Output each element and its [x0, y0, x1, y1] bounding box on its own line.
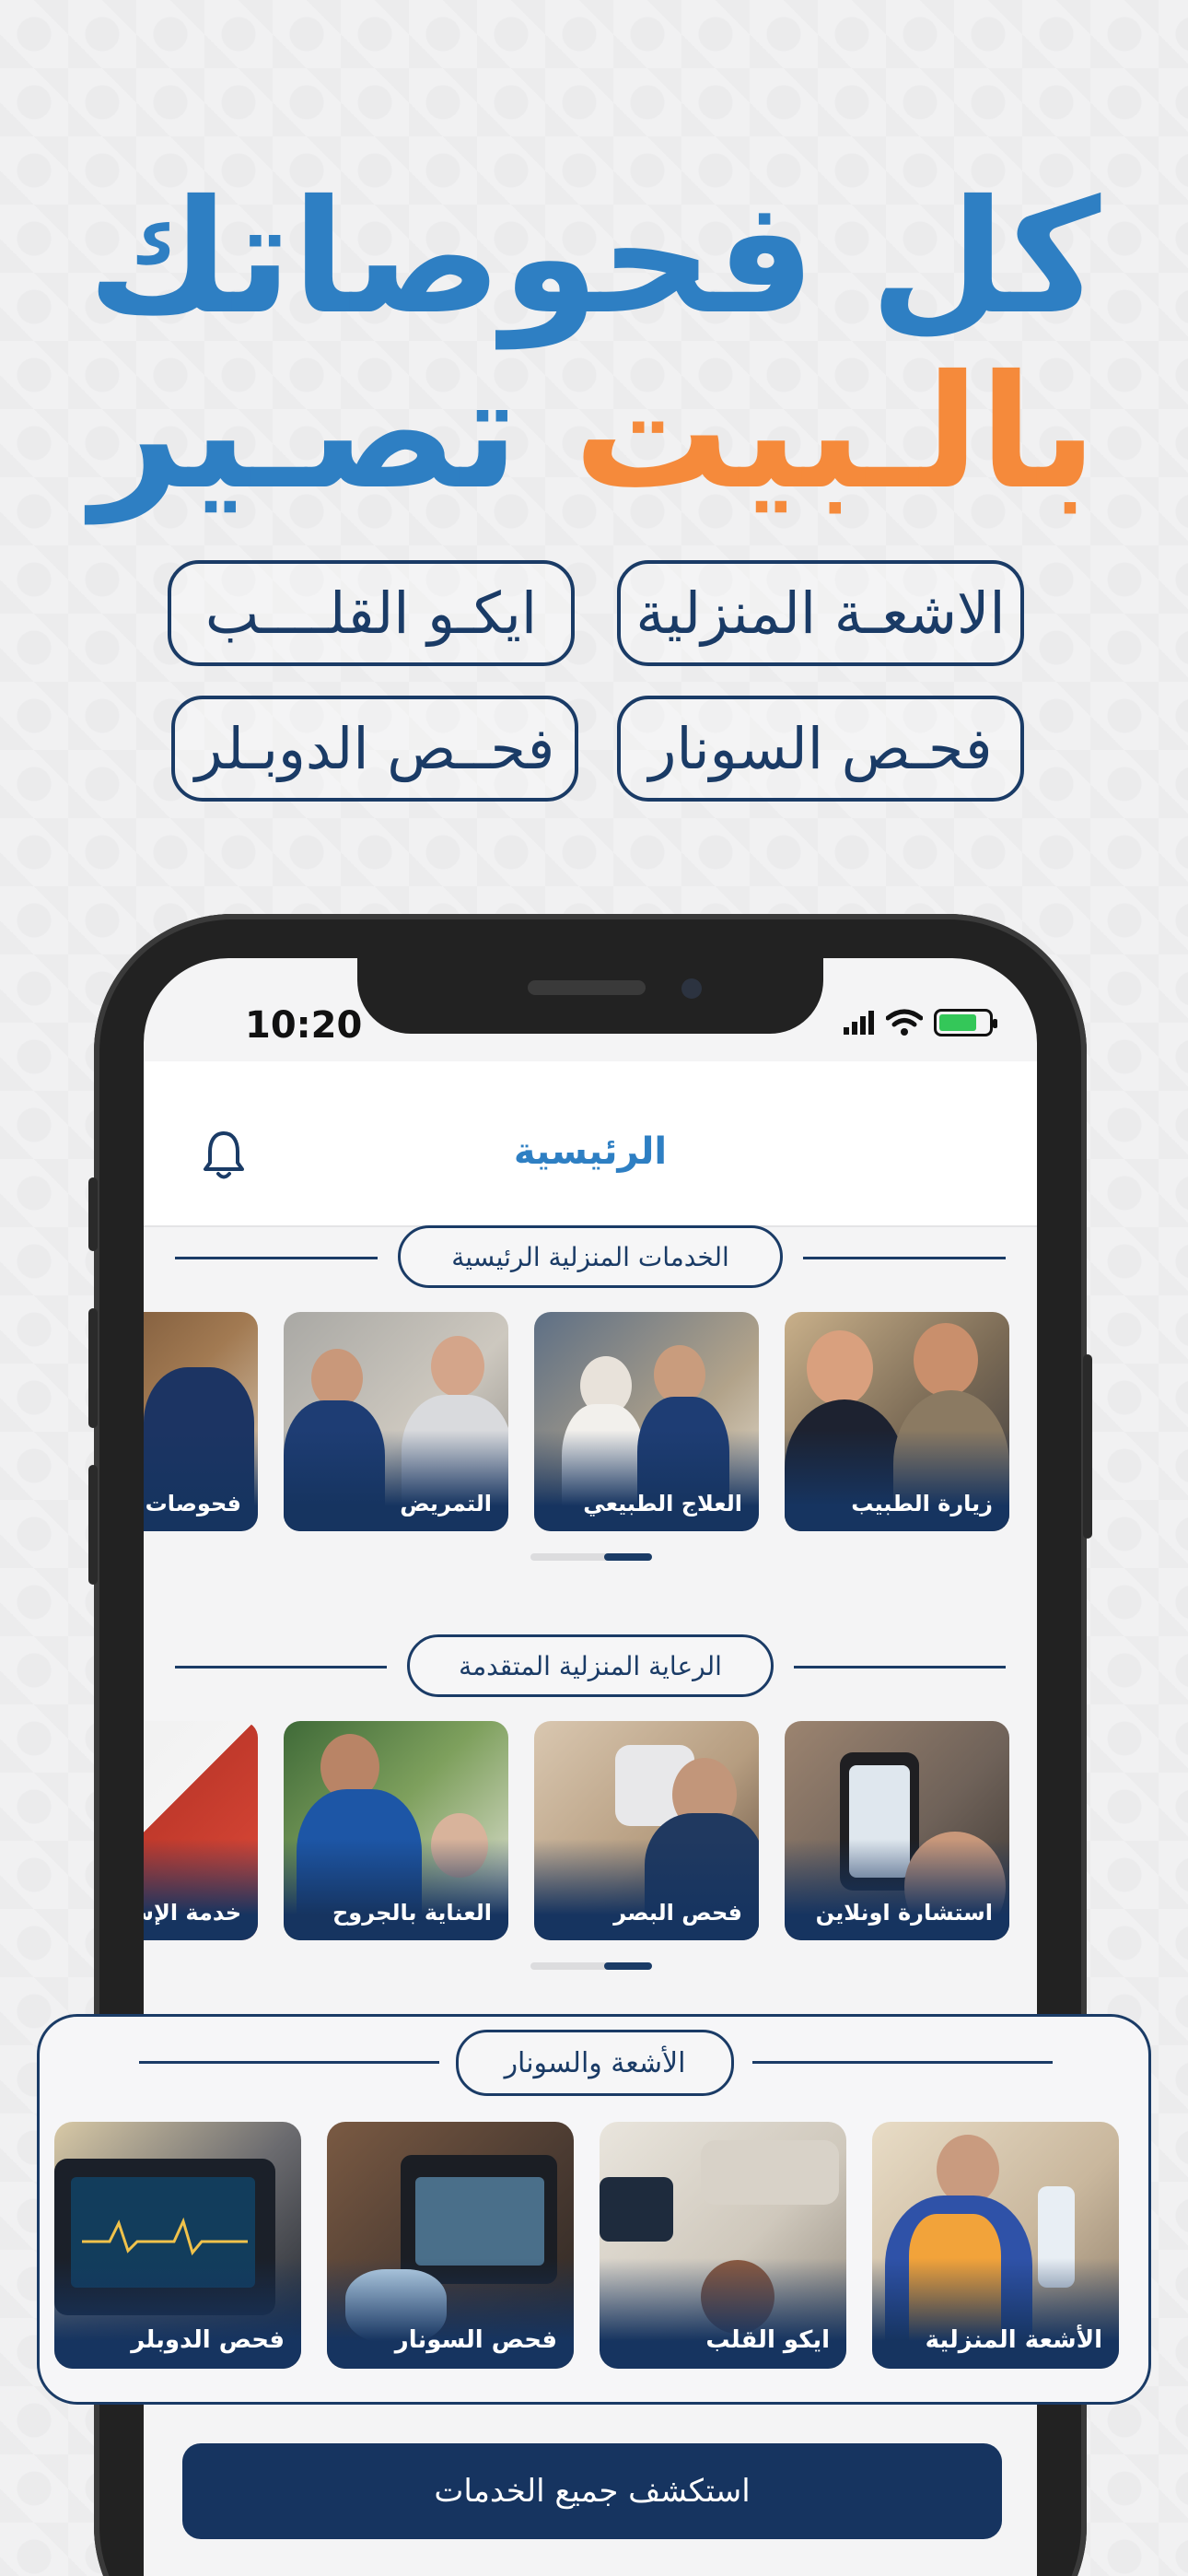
card-label: زيارة الطبيب [851, 1491, 993, 1516]
tag-sonar: فحـص السونار [617, 696, 1024, 802]
tag-home-xray: الاشعـة المنزلية [617, 560, 1024, 666]
photo-person [431, 1336, 484, 1397]
service-card-nursing[interactable]: التمريض [284, 1312, 508, 1531]
card-label: فحص الدوبلر [131, 2326, 285, 2354]
headline-word: تصـير [90, 342, 519, 524]
carousel-indicator-active [604, 1962, 652, 1970]
photo-person [807, 1330, 873, 1406]
section-title-imaging: الأشعة والسونار [456, 2030, 734, 2096]
card-label: التمريض [400, 1491, 492, 1516]
section-header-imaging: الأشعة والسونار [40, 2030, 1154, 2096]
service-card-doctor-visit[interactable]: زيارة الطبيب [785, 1312, 1009, 1531]
divider-line [794, 1666, 1006, 1669]
card-label: استشارة اونلاين [815, 1900, 993, 1926]
photo-sofa [701, 2140, 839, 2205]
photo-person [311, 1349, 363, 1408]
app-header: الرئيسية [144, 1061, 1037, 1227]
service-card-doppler[interactable]: فحص الدوبلر [54, 2122, 301, 2369]
service-card-wound-care[interactable]: العناية بالجروح [284, 1721, 508, 1940]
photo-monitor [600, 2177, 673, 2242]
divider-line [752, 2061, 1053, 2064]
card-label: ايكو القلب [705, 2326, 830, 2354]
photo-person [914, 1323, 978, 1397]
section-header-advanced: الرعاية المنزلية المتقدمة [144, 1634, 1037, 1699]
service-card-ambulance[interactable]: خدمة الإس [144, 1721, 258, 1940]
card-label: فحص السونار [394, 2326, 557, 2354]
service-card-sonar[interactable]: فحص السونار [327, 2122, 574, 2369]
service-card-physiotherapy[interactable]: العلاج الطبيعي [534, 1312, 759, 1531]
section-title-advanced: الرعاية المنزلية المتقدمة [407, 1634, 774, 1697]
service-card-echo[interactable]: ايكو القلب [600, 2122, 846, 2369]
headline-accent-word: بالـبيت [573, 342, 1098, 524]
divider-line [175, 1666, 387, 1669]
headline-line-1: كل فحوصاتك [87, 167, 1101, 349]
card-label: العلاج الطبيعي [583, 1491, 742, 1516]
waveform-graphic [82, 2217, 248, 2256]
phone-volume-down [88, 1465, 98, 1585]
explore-all-services-button[interactable]: استكشف جميع الخدمات [182, 2443, 1002, 2539]
section-title-main: الخدمات المنزلية الرئيسية [398, 1225, 783, 1288]
carousel-indicator-active [604, 1553, 652, 1561]
phone-mute-switch [88, 1177, 98, 1251]
photo-person [937, 2135, 999, 2205]
tag-doppler: فحــص الدوبـلر [171, 696, 578, 802]
page-title: الرئيسية [513, 1130, 668, 1173]
wifi-icon [886, 1009, 923, 1036]
phone-volume-up [88, 1308, 98, 1428]
imaging-section-panel: الأشعة والسونار الأشعة المنزلية ايكو الق… [37, 2014, 1151, 2405]
notch-speaker [528, 980, 646, 995]
service-card-eye-exam[interactable]: فحص البصر [534, 1721, 759, 1940]
notch-camera [681, 978, 702, 999]
phone-notch [357, 958, 823, 1034]
phone-power-button [1083, 1354, 1092, 1539]
section-header-main: الخدمات المنزلية الرئيسية [144, 1225, 1037, 1290]
card-label: فحص البصر [613, 1900, 742, 1926]
photo-person [654, 1345, 705, 1404]
service-card-home-xray[interactable]: الأشعة المنزلية [872, 2122, 1119, 2369]
tag-echo: ايكـو القلــــب [168, 560, 575, 666]
signal-icon [844, 1011, 874, 1035]
status-icons [844, 1004, 997, 1041]
card-label: العناية بالجروح [332, 1900, 492, 1926]
service-card-tests[interactable]: فحوصات [144, 1312, 258, 1531]
card-label: فحوصات [145, 1491, 241, 1516]
headline-line-2: بالـبيت تصـير [0, 341, 1188, 525]
divider-line [175, 1257, 378, 1259]
divider-line [139, 2061, 439, 2064]
divider-line [803, 1257, 1006, 1259]
card-label: الأشعة المنزلية [925, 2326, 1102, 2354]
battery-icon [934, 1009, 997, 1036]
service-card-online-consultation[interactable]: استشارة اونلاين [785, 1721, 1009, 1940]
card-label: خدمة الإس [144, 1900, 241, 1926]
status-time: 10:20 [245, 1004, 363, 1047]
photo-device-screen [415, 2177, 544, 2266]
